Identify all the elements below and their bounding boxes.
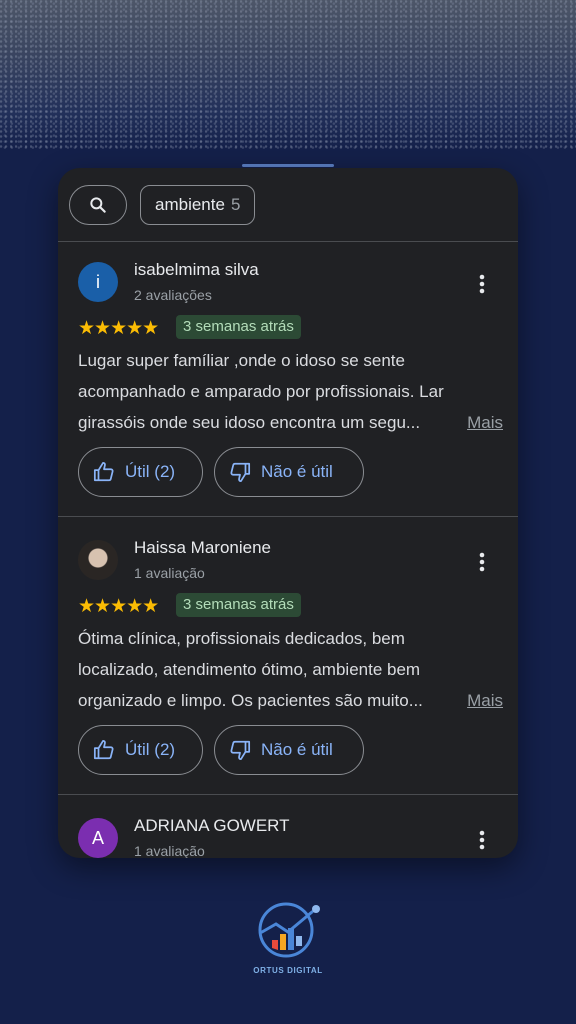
background-texture [0, 0, 576, 150]
review-card: A ADRIANA GOWERT 1 avaliação [58, 798, 518, 858]
not-useful-button[interactable]: Não é útil [214, 725, 364, 775]
not-useful-label: Não é útil [261, 462, 333, 481]
useful-button[interactable]: Útil (2) [78, 725, 203, 775]
reviewer-name[interactable]: Haissa Maroniene [134, 538, 271, 558]
filter-chip-count: 5 [230, 195, 241, 214]
avatar[interactable]: i [78, 262, 118, 302]
thumb-down-icon [230, 740, 251, 761]
sheet-drag-handle[interactable] [242, 164, 334, 167]
more-link[interactable]: Mais [467, 407, 503, 438]
search-button[interactable] [69, 185, 127, 225]
reviewer-review-count: 2 avaliações [134, 287, 212, 303]
not-useful-button[interactable]: Não é útil [214, 447, 364, 497]
avatar[interactable] [78, 540, 118, 580]
more-options-button[interactable] [468, 270, 496, 298]
more-vert-icon [479, 552, 485, 572]
filter-chip-label: ambiente [155, 195, 225, 214]
thumb-down-icon [230, 462, 251, 483]
star-rating: ★★★★★ [78, 318, 159, 339]
more-vert-icon [479, 274, 485, 294]
useful-button[interactable]: Útil (2) [78, 447, 203, 497]
divider [58, 516, 518, 517]
review-text: Lugar super famíliar ,onde o idoso se se… [78, 345, 503, 438]
useful-label: Útil (2) [125, 462, 176, 481]
reviews-panel: ambiente 5 i isabelmima silva 2 avaliaçõ… [58, 168, 518, 858]
review-text-line: acompanhado e amparado por profissionais… [78, 382, 444, 401]
review-filter-bar: ambiente 5 [58, 168, 518, 240]
review-card: i isabelmima silva 2 avaliações ★★★★★ 3 … [58, 242, 518, 518]
review-text-line-truncated: girassóis onde seu idoso encontra um seg… [78, 413, 421, 432]
review-text-line: localizado, atendimento ótimo, ambiente … [78, 660, 421, 679]
useful-label: Útil (2) [125, 740, 176, 759]
reviewer-name[interactable]: isabelmima silva [134, 260, 259, 280]
review-text-line: Ótima clínica, profissionais dedicados, … [78, 629, 405, 648]
more-link[interactable]: Mais [467, 685, 503, 716]
review-text-line: organizado e limpo. Os pacientes são mui… [78, 685, 503, 716]
avatar-letter: A [91, 827, 104, 848]
not-useful-label: Não é útil [261, 740, 333, 759]
filter-chip-ambiente[interactable]: ambiente 5 [140, 185, 256, 225]
reviewer-name[interactable]: ADRIANA GOWERT [134, 816, 290, 836]
reviewer-review-count: 1 avaliação [134, 565, 205, 581]
review-text-line: girassóis onde seu idoso encontra um seg… [78, 407, 503, 438]
more-vert-icon [479, 830, 485, 850]
thumb-up-icon [93, 461, 114, 482]
ortus-digital-logo [258, 902, 320, 958]
avatar-letter: i [96, 271, 100, 292]
review-text-line: Lugar super famíliar ,onde o idoso se se… [78, 351, 405, 370]
reviewer-review-count: 1 avaliação [134, 843, 205, 858]
more-options-button[interactable] [468, 826, 496, 854]
search-icon [90, 197, 106, 213]
more-options-button[interactable] [468, 548, 496, 576]
review-card: Haissa Maroniene 1 avaliação ★★★★★ 3 sem… [58, 520, 518, 796]
review-text: Ótima clínica, profissionais dedicados, … [78, 623, 503, 716]
thumb-up-icon [93, 739, 114, 760]
brand-name: ORTUS DIGITAL [253, 966, 323, 975]
star-rating: ★★★★★ [78, 596, 159, 617]
divider [58, 794, 518, 795]
review-date: 3 semanas atrás [176, 315, 301, 339]
avatar[interactable]: A [78, 818, 118, 858]
review-text-line-truncated: organizado e limpo. Os pacientes são mui… [78, 691, 423, 710]
review-date: 3 semanas atrás [176, 593, 301, 617]
